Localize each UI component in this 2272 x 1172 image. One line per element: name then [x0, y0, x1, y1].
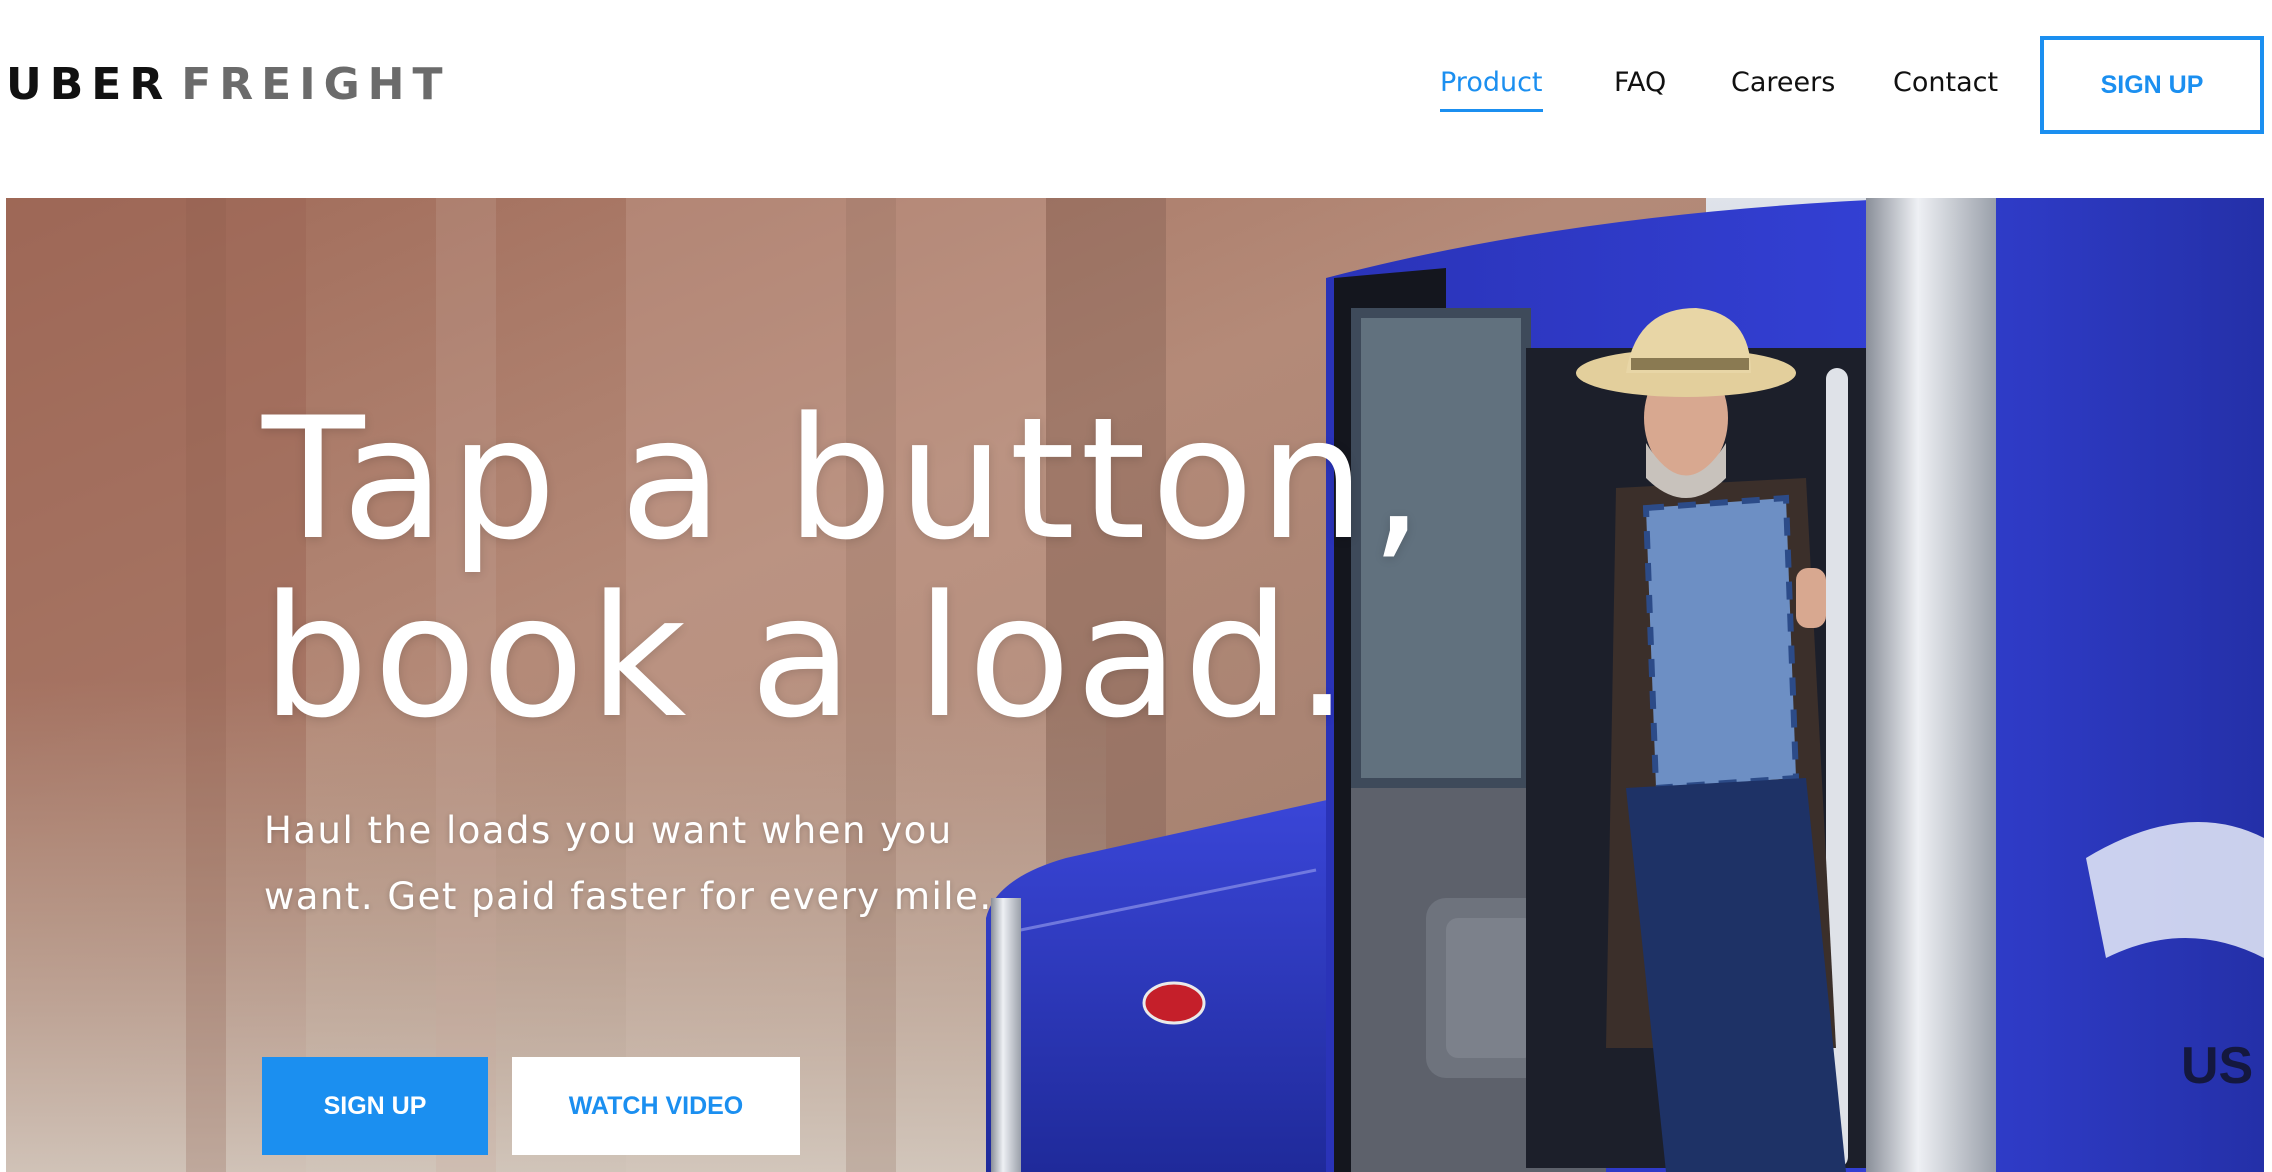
watch-video-button[interactable]: WATCH VIDEO: [512, 1057, 800, 1155]
chrome-pillar: [1866, 198, 1996, 1172]
truck-lettering: US: [2181, 1037, 2253, 1095]
hero-headline-line1: Tap a button,: [262, 381, 1429, 577]
header-signup-button[interactable]: SIGN UP: [2040, 36, 2264, 134]
nav-link-product[interactable]: Product: [1440, 58, 1543, 112]
nav-link-faq[interactable]: FAQ: [1614, 58, 1666, 108]
uber-freight-logo[interactable]: UBER FREIGHT: [6, 60, 451, 110]
hero-headline-line2: book a load.: [262, 559, 1354, 755]
peterbilt-emblem: [1142, 981, 1206, 1025]
hero-headline: Tap a button, book a load.: [262, 390, 1429, 746]
hero-section: US Tap a button, book a load. Haul the l…: [6, 198, 2264, 1172]
logo-word-freight: FREIGHT: [181, 59, 451, 110]
logo-word-uber: UBER: [6, 59, 172, 110]
nav-link-contact[interactable]: Contact: [1893, 58, 1998, 108]
hero-subtext: Haul the loads you want when you want. G…: [264, 809, 993, 918]
site-header: UBER FREIGHT Product FAQ Careers Contact …: [0, 0, 2272, 198]
nav-link-careers[interactable]: Careers: [1731, 58, 1835, 108]
hero-signup-button[interactable]: SIGN UP: [262, 1057, 488, 1155]
